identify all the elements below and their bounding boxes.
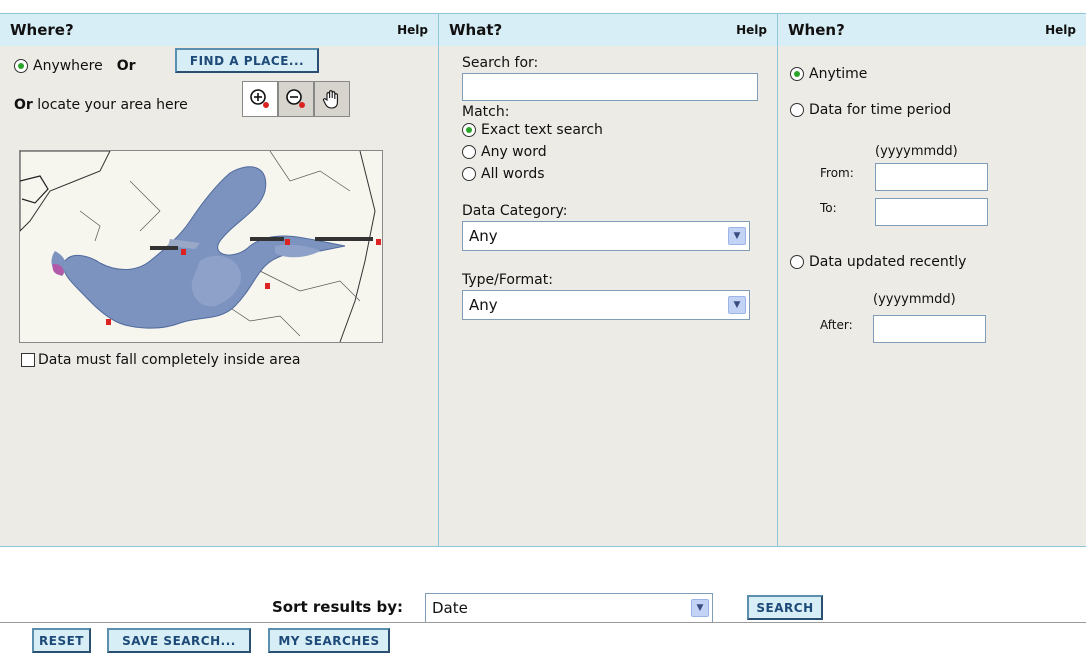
where-help-link[interactable]: Help: [397, 23, 428, 37]
baltic-map-image: [20, 151, 382, 342]
what-help-link[interactable]: Help: [736, 23, 767, 37]
anywhere-row: Anywhere Or: [14, 58, 136, 74]
when-title: When?: [788, 21, 845, 39]
match-option-exact[interactable]: Exact text search: [462, 122, 603, 138]
sort-label: Sort results by:: [272, 598, 404, 616]
zoom-out-icon: [286, 89, 305, 108]
after-date-input[interactable]: [873, 315, 986, 343]
or-label: Or: [116, 58, 136, 74]
locate-text: Or locate your area here: [14, 97, 188, 113]
match-all-radio[interactable]: [462, 167, 476, 181]
match-exact-radio[interactable]: [462, 123, 476, 137]
time-period-label: Data for time period: [809, 102, 952, 118]
sort-select[interactable]: Date ▼: [425, 593, 713, 623]
where-title: Where?: [10, 21, 74, 39]
pan-tool[interactable]: [314, 81, 350, 117]
footer-divider: [0, 622, 1086, 623]
from-date-input[interactable]: [875, 163, 988, 191]
where-panel: Where? Help Anywhere Or FIND A PLACE... …: [0, 14, 439, 546]
locate-label: locate your area here: [37, 97, 188, 113]
inside-area-row: Data must fall completely inside area: [21, 352, 301, 368]
time-period-row[interactable]: Data for time period: [790, 102, 951, 118]
type-format-label: Type/Format:: [462, 272, 553, 288]
match-label: Match:: [462, 104, 510, 120]
search-for-label: Search for:: [462, 55, 539, 71]
data-category-value: Any: [469, 227, 498, 245]
match-any-radio[interactable]: [462, 145, 476, 159]
reset-button[interactable]: RESET: [32, 628, 91, 653]
match-exact-label: Exact text search: [481, 122, 603, 138]
inside-area-label: Data must fall completely inside area: [38, 352, 301, 368]
period-date-format: (yyyymmdd): [875, 144, 958, 159]
area-map[interactable]: [19, 150, 383, 343]
when-header: When? Help: [778, 14, 1086, 46]
anytime-radio[interactable]: [790, 67, 804, 81]
chevron-down-icon[interactable]: ▼: [728, 296, 746, 314]
search-input[interactable]: [462, 73, 758, 101]
data-category-select[interactable]: Any ▼: [462, 221, 750, 251]
chevron-down-icon[interactable]: ▼: [728, 227, 746, 245]
from-label: From:: [820, 166, 854, 180]
sort-value: Date: [432, 599, 468, 617]
updated-date-format: (yyyymmdd): [873, 292, 956, 307]
where-header: Where? Help: [0, 14, 438, 46]
updated-recently-row[interactable]: Data updated recently: [790, 254, 966, 270]
what-panel: What? Help Search for: Match: Exact text…: [439, 14, 778, 546]
type-format-value: Any: [469, 296, 498, 314]
updated-recently-radio[interactable]: [790, 255, 804, 269]
pan-hand-icon: [322, 90, 338, 109]
match-all-label: All words: [481, 166, 545, 182]
when-panel: When? Help Anytime Data for time period …: [778, 14, 1086, 546]
inside-area-checkbox[interactable]: [21, 353, 35, 367]
zoom-in-icon: [250, 89, 269, 108]
anytime-row[interactable]: Anytime: [790, 66, 867, 82]
zoom-in-tool[interactable]: [242, 81, 278, 117]
match-option-any[interactable]: Any word: [462, 144, 547, 160]
when-help-link[interactable]: Help: [1045, 23, 1076, 37]
save-search-button[interactable]: SAVE SEARCH...: [107, 628, 251, 653]
to-label: To:: [820, 201, 837, 215]
data-category-label: Data Category:: [462, 203, 568, 219]
anywhere-radio[interactable]: [14, 59, 28, 73]
match-option-all[interactable]: All words: [462, 166, 545, 182]
updated-recently-label: Data updated recently: [809, 254, 967, 270]
anytime-label: Anytime: [809, 66, 868, 82]
map-toolbar: [242, 81, 350, 117]
zoom-out-tool[interactable]: [278, 81, 314, 117]
type-format-select[interactable]: Any ▼: [462, 290, 750, 320]
chevron-down-icon[interactable]: ▼: [691, 599, 709, 617]
what-header: What? Help: [439, 14, 777, 46]
search-button[interactable]: SEARCH: [747, 595, 823, 620]
search-panels: Where? Help Anywhere Or FIND A PLACE... …: [0, 13, 1086, 547]
time-period-radio[interactable]: [790, 103, 804, 117]
match-any-label: Any word: [481, 144, 547, 160]
locate-or-label: Or: [14, 97, 33, 113]
my-searches-button[interactable]: MY SEARCHES: [268, 628, 390, 653]
anywhere-label: Anywhere: [33, 58, 103, 74]
to-date-input[interactable]: [875, 198, 988, 226]
find-place-button[interactable]: FIND A PLACE...: [175, 48, 319, 73]
after-label: After:: [820, 318, 853, 332]
what-title: What?: [449, 21, 503, 39]
